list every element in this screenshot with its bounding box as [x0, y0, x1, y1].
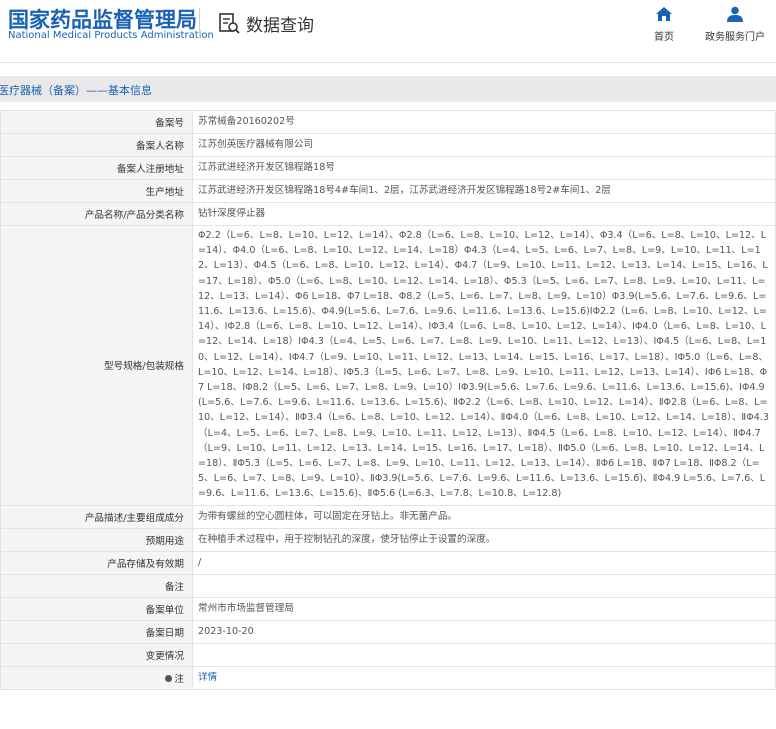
table-row: 备案单位 常州市市场监督管理局 — [0, 596, 776, 621]
row-label: 备案人名称 — [0, 133, 193, 157]
table-row: 注 详情 — [0, 665, 776, 690]
row-label: 预期用途 — [0, 527, 193, 552]
nav-home-label: 首页 — [654, 32, 674, 43]
table-row: 变更情况 — [0, 642, 776, 667]
row-label: 备案号 — [0, 110, 193, 134]
breadcrumb-bar: 医疗器械（备案）——基本信息 — [0, 76, 776, 102]
nav-gov-portal[interactable]: 政务服务门户 — [700, 6, 770, 43]
record-detail-table: 备案号 苏常械备20160202号 备案人名称 江苏创英医疗器械有限公司 备案人… — [0, 110, 776, 690]
row-label: 备案日期 — [0, 619, 193, 644]
row-label: 产品描述/主要组成成分 — [0, 504, 193, 529]
row-label: 备案单位 — [0, 596, 193, 621]
table-row: 产品存储及有效期 / — [0, 550, 776, 575]
header-separator — [0, 62, 776, 63]
row-label: 备注 — [0, 573, 193, 598]
data-query-title: 数据查询 — [246, 15, 314, 36]
details-link[interactable]: 详情 — [198, 672, 217, 683]
row-value: 为带有螺丝的空心圆柱体，可以固定在牙钻上。非无菌产品。 — [192, 504, 776, 529]
lightbulb-icon — [165, 675, 173, 683]
table-row: 备案号 苏常械备20160202号 — [0, 110, 776, 134]
row-value: 在种植手术过程中，用于控制钻孔的深度，使牙钻停止于设置的深度。 — [192, 527, 776, 552]
row-label: 型号规格/包装规格 — [0, 225, 193, 506]
row-label: 产品名称/产品分类名称 — [0, 202, 193, 226]
breadcrumb: 医疗器械（备案）——基本信息 — [0, 84, 152, 97]
row-value: 江苏武进经济开发区锦程路18号 — [192, 156, 776, 180]
row-label: 生产地址 — [0, 179, 193, 203]
nav-gov-portal-label: 政务服务门户 — [705, 32, 765, 43]
row-value: 江苏创英医疗器械有限公司 — [192, 133, 776, 157]
row-value: / — [192, 550, 776, 575]
row-value — [192, 573, 776, 598]
row-value: 常州市市场监督管理局 — [192, 596, 776, 621]
table-row: 预期用途 在种植手术过程中，用于控制钻孔的深度，使牙钻停止于设置的深度。 — [0, 527, 776, 552]
table-row: 型号规格/包装规格 Φ2.2（L=6、L=8、L=10、L=12、L=14）、Φ… — [0, 225, 776, 506]
row-value: 2023-10-20 — [192, 619, 776, 644]
note-label: 注 — [0, 665, 193, 690]
row-value: 江苏武进经济开发区锦程路18号4#车间1、2层，江苏武进经济开发区锦程路18号2… — [192, 179, 776, 203]
site-header: 国家药品监督管理局 National Medical Products Admi… — [0, 0, 776, 62]
table-row: 生产地址 江苏武进经济开发区锦程路18号4#车间1、2层，江苏武进经济开发区锦程… — [0, 179, 776, 203]
note-label-text: 注 — [174, 673, 184, 685]
row-label: 产品存储及有效期 — [0, 550, 193, 575]
site-logo-subtitle[interactable]: National Medical Products Administration — [8, 30, 214, 41]
table-row: 备案人名称 江苏创英医疗器械有限公司 — [0, 133, 776, 157]
header-divider — [199, 8, 200, 38]
row-value: Φ2.2（L=6、L=8、L=10、L=12、L=14）、Φ2.8（L=6、L=… — [192, 225, 776, 506]
data-query-heading: 数据查询 — [218, 9, 314, 37]
row-value: 苏常械备20160202号 — [192, 110, 776, 134]
row-value: 钻针深度停止器 — [192, 202, 776, 226]
data-query-icon — [219, 13, 240, 34]
nav-home[interactable]: 首页 — [650, 6, 678, 43]
table-row: 备案人注册地址 江苏武进经济开发区锦程路18号 — [0, 156, 776, 180]
table-row: 产品名称/产品分类名称 钻针深度停止器 — [0, 202, 776, 226]
table-row: 备注 — [0, 573, 776, 598]
table-row: 备案日期 2023-10-20 — [0, 619, 776, 644]
user-icon — [727, 6, 743, 22]
home-icon — [656, 7, 672, 21]
table-row: 产品描述/主要组成成分 为带有螺丝的空心圆柱体，可以固定在牙钻上。非无菌产品。 — [0, 504, 776, 529]
row-value: 详情 — [192, 665, 776, 690]
row-value — [192, 642, 776, 667]
row-label: 变更情况 — [0, 642, 193, 667]
row-label: 备案人注册地址 — [0, 156, 193, 180]
